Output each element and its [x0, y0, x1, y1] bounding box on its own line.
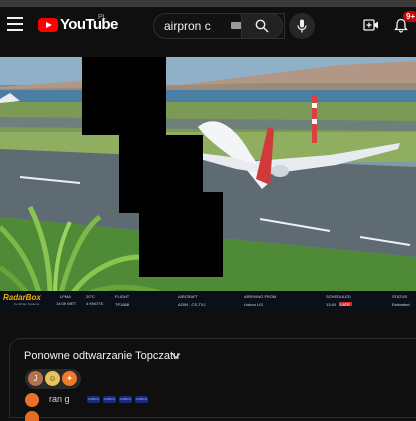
column-header: ARRIVING FROM — [244, 294, 277, 299]
avatar[interactable] — [25, 393, 39, 407]
airbus-emoji-chip: AIRBUS — [87, 396, 100, 403]
wind-speed: 4 KNOTS — [86, 301, 104, 306]
microphone-icon — [297, 19, 307, 33]
message-author[interactable]: ran g — [49, 394, 70, 404]
browser-top-strip — [0, 0, 416, 7]
redaction-block — [139, 192, 223, 277]
reaction-avatar: J — [28, 371, 43, 386]
column-header: FLIGHT — [115, 294, 130, 299]
airbus-emoji-chip: AIRBUS — [119, 396, 132, 403]
radarbox-sub: by AirNav Systems — [14, 302, 40, 306]
airbus-emoji-chip: AIRBUS — [103, 396, 116, 403]
radarbox-logo: RadarBox — [3, 293, 41, 302]
region-code: PL — [98, 14, 107, 21]
chat-mode-title[interactable]: Ponowne odtwarzanie Topczatu — [24, 350, 179, 362]
column-header: SCHEDULED — [326, 294, 351, 299]
redaction-block — [82, 57, 166, 135]
voice-search-button[interactable] — [289, 13, 315, 39]
sparkle-emoji-icon: ✦ — [62, 371, 77, 386]
search-input[interactable]: airpron c — [164, 19, 211, 33]
youtube-logo-text[interactable]: YouTube — [60, 16, 118, 33]
flight-info-bar: RadarBox by AirNav Systems LPMA 14:09 WE… — [0, 291, 416, 310]
reactions-bar[interactable]: J ☺ ✦ — [25, 369, 81, 389]
search-button[interactable] — [241, 13, 283, 39]
aircraft: A20N - CS-TXJ — [178, 302, 206, 307]
masthead: YouTube PL airpron c ✕ 9+ — [0, 7, 416, 43]
live-chat-panel: Ponowne odtwarzanie Topczatu J ☺ ✦ ran g… — [9, 338, 416, 421]
hamburger-menu-icon[interactable] — [7, 17, 23, 31]
column-header: STATUS — [392, 294, 408, 299]
search-icon — [255, 19, 269, 33]
airport-code: LPMA — [60, 294, 71, 299]
arriving-from: Lisbon LIS — [244, 302, 263, 307]
youtube-logo-icon[interactable] — [38, 18, 58, 32]
flight-number: TP1688 — [115, 302, 130, 307]
local-time: 14:09 WET — [56, 301, 77, 306]
create-video-icon — [363, 19, 378, 31]
face-emoji-icon: ☺ — [45, 371, 60, 386]
late-badge: LATE — [339, 302, 352, 307]
scheduled-time: 13:40 — [326, 302, 337, 307]
late-badge-label: LATE — [340, 302, 350, 307]
column-header: AIRCRAFT — [178, 294, 198, 299]
temperature: 20°C — [86, 294, 95, 299]
create-button[interactable] — [363, 18, 379, 37]
notification-count-badge: 9+ — [403, 11, 416, 22]
video-player[interactable] — [0, 57, 416, 297]
airbus-emoji-chip: AIRBUS — [135, 396, 148, 403]
avatar[interactable] — [25, 411, 39, 421]
flight-status: Estimated — [392, 302, 410, 307]
